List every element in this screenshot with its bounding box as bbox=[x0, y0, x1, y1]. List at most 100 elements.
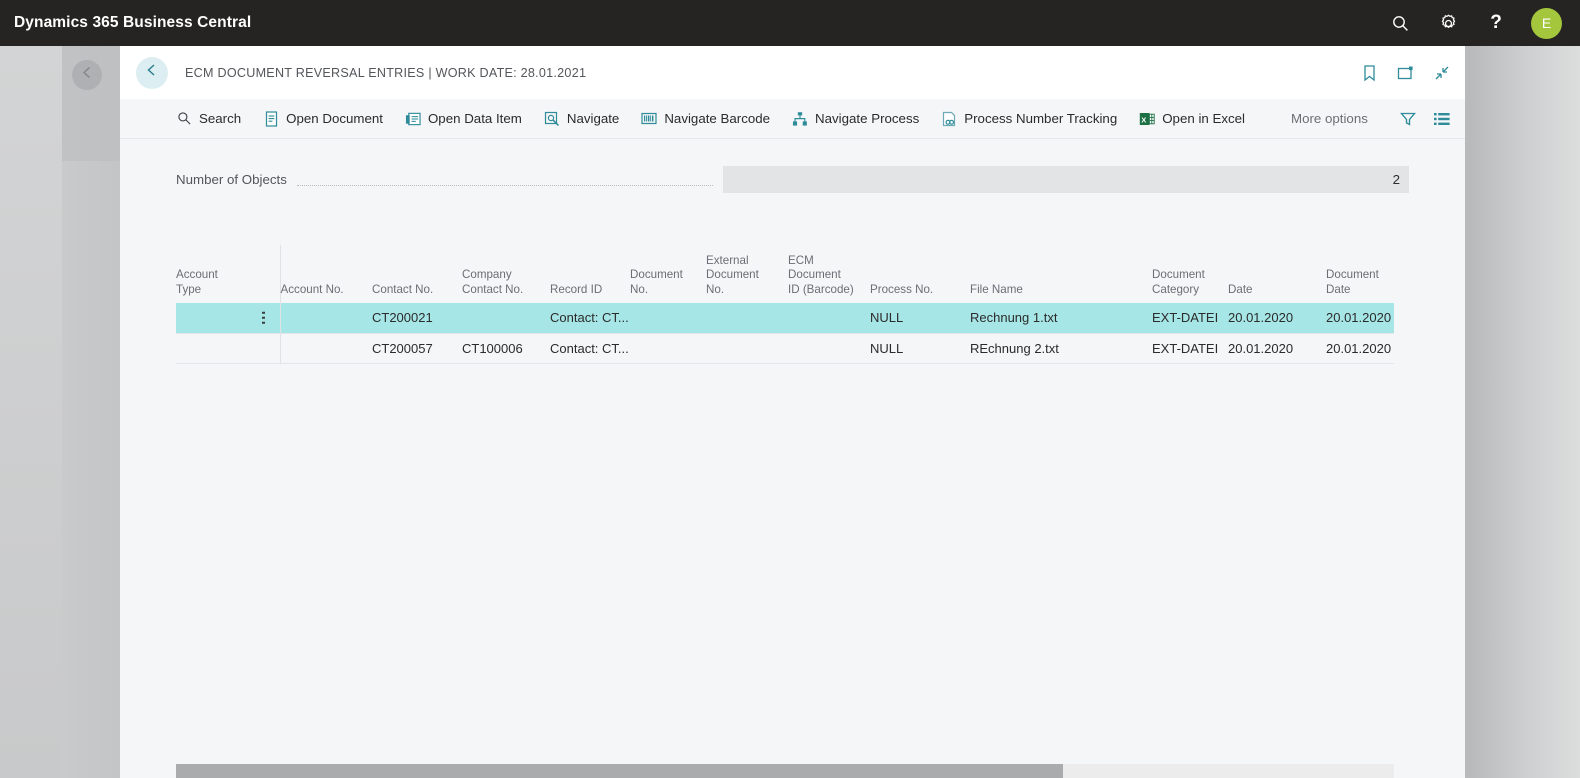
page-back-button[interactable] bbox=[136, 57, 168, 89]
header-line: File Name bbox=[970, 283, 1152, 298]
cell-document-no[interactable] bbox=[630, 333, 706, 363]
ribbon-navigate-button[interactable]: Navigate bbox=[544, 111, 619, 127]
number-of-objects-field-row: Number of Objects 2 bbox=[176, 165, 1409, 193]
ribbon-right-actions bbox=[1399, 110, 1465, 128]
column-header-contact-no[interactable]: Contact No. bbox=[372, 245, 462, 303]
column-header-company-contact-no[interactable]: Company Contact No. bbox=[462, 245, 550, 303]
horizontal-scrollbar[interactable] bbox=[176, 764, 1394, 778]
bookmark-icon[interactable] bbox=[1361, 64, 1378, 82]
ribbon-command-label: Navigate bbox=[567, 111, 619, 126]
header-line: Process No. bbox=[870, 283, 970, 298]
column-header-document-date[interactable]: Document Date bbox=[1326, 245, 1394, 303]
command-ribbon: Search Open Document Open Data Item bbox=[120, 99, 1465, 139]
ribbon-command-label: Open Document bbox=[286, 111, 383, 126]
cell-date[interactable]: 20.01.2020 bbox=[1228, 303, 1326, 333]
cell-process-no[interactable]: NULL bbox=[870, 303, 970, 333]
column-header-process-no[interactable]: Process No. bbox=[870, 245, 970, 303]
cell-file-name[interactable]: REchnung 2.txt bbox=[970, 333, 1152, 363]
app-bar: Dynamics 365 Business Central ? E bbox=[0, 0, 1580, 46]
backdrop-left-panel bbox=[0, 46, 62, 778]
ribbon-navigate-process-button[interactable]: Navigate Process bbox=[792, 111, 919, 127]
more-vertical-icon[interactable] bbox=[262, 312, 265, 325]
cell-contact-no[interactable]: CT200021 bbox=[372, 303, 462, 333]
ribbon-open-document-button[interactable]: Open Document bbox=[263, 111, 383, 127]
column-header-record-id[interactable]: Record ID bbox=[550, 245, 630, 303]
cell-document-no[interactable] bbox=[630, 303, 706, 333]
more-options-button[interactable]: More options bbox=[1291, 111, 1368, 126]
table-row[interactable]: CT200021 Contact: CT... NULL Rechnung 1.… bbox=[176, 303, 1394, 333]
svg-text:X: X bbox=[1141, 115, 1146, 124]
filter-icon[interactable] bbox=[1399, 110, 1417, 128]
column-header-document-category[interactable]: Document Category bbox=[1152, 245, 1228, 303]
column-header-file-name[interactable]: File Name bbox=[970, 245, 1152, 303]
ribbon-command-label: Navigate Process bbox=[815, 111, 919, 126]
cell-account-no[interactable] bbox=[280, 333, 372, 363]
search-icon bbox=[176, 111, 192, 127]
cell-company-contact-no[interactable] bbox=[462, 303, 550, 333]
scrollbar-thumb[interactable] bbox=[176, 764, 1063, 778]
avatar[interactable]: E bbox=[1531, 8, 1562, 39]
cell-document-date[interactable]: 20.01.2020 bbox=[1326, 303, 1394, 333]
ribbon-open-data-item-button[interactable]: Open Data Item bbox=[405, 111, 522, 127]
cell-external-document-no[interactable] bbox=[706, 333, 788, 363]
arrow-left-icon bbox=[143, 61, 161, 84]
backdrop-back-button[interactable] bbox=[72, 60, 102, 90]
number-of-objects-input[interactable]: 2 bbox=[723, 166, 1409, 193]
cell-external-document-no[interactable] bbox=[706, 303, 788, 333]
search-icon[interactable] bbox=[1387, 10, 1413, 36]
cell-contact-no[interactable]: CT200057 bbox=[372, 333, 462, 363]
cell-ecm-document-id[interactable] bbox=[788, 333, 870, 363]
column-header-date[interactable]: Date bbox=[1228, 245, 1326, 303]
collapse-icon[interactable] bbox=[1433, 64, 1451, 82]
ribbon-search-button[interactable]: Search bbox=[176, 111, 241, 127]
navigate-icon bbox=[544, 111, 560, 127]
arrow-left-icon bbox=[79, 64, 96, 86]
header-line: No. bbox=[630, 283, 706, 298]
cell-document-date[interactable]: 20.01.2020 bbox=[1326, 333, 1394, 363]
ribbon-process-number-tracking-button[interactable]: Process Number Tracking bbox=[941, 111, 1117, 127]
ribbon-open-in-excel-button[interactable]: X Open in Excel bbox=[1139, 111, 1245, 127]
table-body: CT200021 Contact: CT... NULL Rechnung 1.… bbox=[176, 303, 1394, 363]
header-line: Account bbox=[176, 268, 280, 283]
cell-document-category[interactable]: EXT-DATEI bbox=[1152, 303, 1228, 333]
row-actions-cell[interactable] bbox=[176, 333, 280, 363]
column-header-account-type[interactable]: Account Type bbox=[176, 245, 280, 303]
cell-company-contact-no[interactable]: CT100006 bbox=[462, 333, 550, 363]
gear-icon[interactable] bbox=[1435, 10, 1461, 36]
cell-document-category[interactable]: EXT-DATEI bbox=[1152, 333, 1228, 363]
list-view-icon[interactable] bbox=[1433, 111, 1451, 127]
open-in-new-window-icon[interactable] bbox=[1396, 64, 1415, 82]
cell-date[interactable]: 20.01.2020 bbox=[1228, 333, 1326, 363]
cell-file-name[interactable]: Rechnung 1.txt bbox=[970, 303, 1152, 333]
column-header-external-document-no[interactable]: External Document No. bbox=[706, 245, 788, 303]
table-row[interactable]: CT200057 CT100006 Contact: CT... NULL RE… bbox=[176, 333, 1394, 363]
cell-account-no[interactable] bbox=[280, 303, 372, 333]
header-line: Document bbox=[788, 268, 870, 283]
header-line: Date bbox=[1326, 283, 1394, 298]
grid-bottom-border bbox=[176, 363, 1394, 364]
ribbon-navigate-barcode-button[interactable]: Navigate Barcode bbox=[641, 111, 770, 127]
cell-record-id[interactable]: Contact: CT... bbox=[550, 333, 630, 363]
table-header: Account Type Account No. Contact No. Com… bbox=[176, 245, 1394, 303]
column-header-ecm-document-id-barcode[interactable]: ECM Document ID (Barcode) bbox=[788, 245, 870, 303]
header-line: Contact No. bbox=[462, 283, 550, 298]
header-line: Date bbox=[1228, 283, 1326, 298]
ribbon-command-label: Navigate Barcode bbox=[664, 111, 770, 126]
header-line: Type bbox=[176, 283, 280, 298]
field-leader-dots bbox=[297, 185, 713, 186]
cell-process-no[interactable]: NULL bbox=[870, 333, 970, 363]
entries-grid: Account Type Account No. Contact No. Com… bbox=[176, 245, 1409, 364]
cell-record-id[interactable]: Contact: CT... bbox=[550, 303, 630, 333]
column-header-account-no[interactable]: Account No. bbox=[280, 245, 372, 303]
ribbon-command-label: Open Data Item bbox=[428, 111, 522, 126]
process-icon bbox=[792, 111, 808, 127]
row-actions-cell[interactable] bbox=[176, 303, 280, 333]
cell-ecm-document-id[interactable] bbox=[788, 303, 870, 333]
help-icon[interactable]: ? bbox=[1483, 10, 1509, 36]
field-area: Number of Objects 2 bbox=[120, 139, 1465, 193]
header-line: Company bbox=[462, 268, 550, 283]
header-line: ECM bbox=[788, 254, 870, 269]
header-line: Category bbox=[1152, 283, 1228, 298]
column-header-document-no[interactable]: Document No. bbox=[630, 245, 706, 303]
header-line: Document bbox=[1152, 268, 1228, 283]
